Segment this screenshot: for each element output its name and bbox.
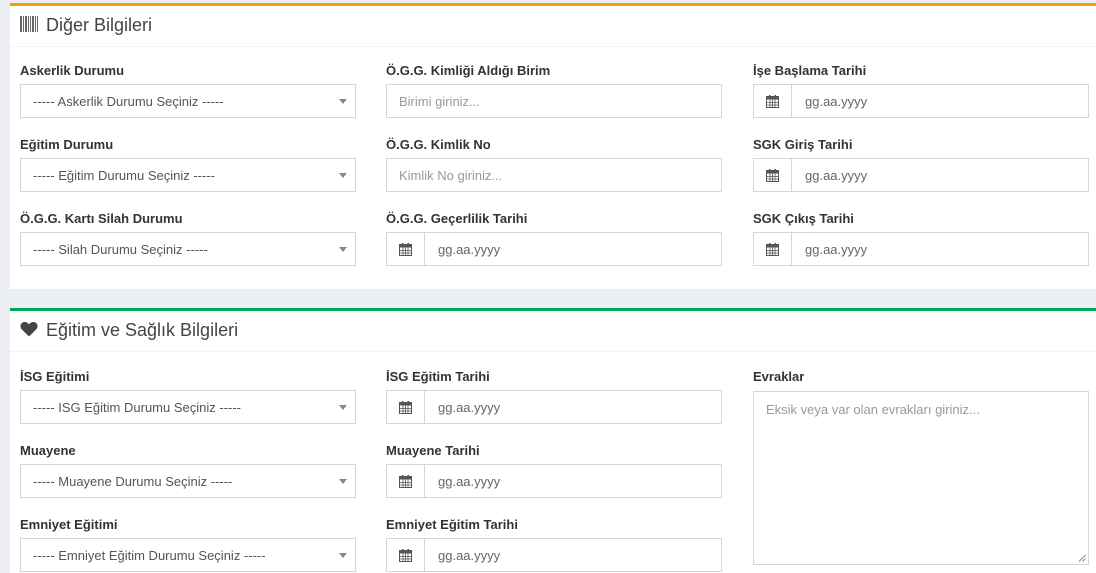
isg-tarih-date-input[interactable]: gg.aa.yyyy (386, 390, 722, 424)
chevron-down-icon (339, 553, 347, 558)
isg-egitimi-label: İSG Eğitimi (20, 369, 90, 384)
muayene-tarih-placeholder: gg.aa.yyyy (438, 474, 501, 489)
resize-grip-icon[interactable] (1078, 554, 1086, 562)
emniyet-tarih-placeholder: gg.aa.yyyy (438, 548, 501, 563)
calendar-addon (754, 159, 792, 191)
panel-header: Eğitim ve Sağlık Bilgileri (10, 311, 1096, 352)
gecerlilik-label: Ö.G.G. Geçerlilik Tarihi (386, 211, 528, 226)
gecerlilik-date-input[interactable]: gg.aa.yyyy (386, 232, 722, 266)
calendar-icon (766, 169, 779, 182)
silah-durumu-label: Ö.G.G. Kartı Silah Durumu (20, 211, 183, 226)
chevron-down-icon (339, 99, 347, 104)
barcode-icon (20, 16, 38, 32)
silah-durumu-select[interactable]: ----- Silah Durumu Seçiniz ----- (20, 232, 356, 266)
chevron-down-icon (339, 173, 347, 178)
emniyet-tarih-date-input[interactable]: gg.aa.yyyy (386, 538, 722, 572)
gecerlilik-placeholder: gg.aa.yyyy (438, 242, 501, 257)
evraklar-label: Evraklar (753, 369, 805, 384)
egitim-durumu-select[interactable]: ----- Eğitim Durumu Seçiniz ----- (20, 158, 356, 192)
diger-bilgileri-panel: Diğer Bilgileri Askerlik Durumu ----- As… (10, 3, 1096, 289)
birim-label: Ö.G.G. Kimliği Aldığı Birim (386, 63, 551, 78)
birim-placeholder: Birimi giriniz... (399, 94, 480, 109)
askerlik-label: Askerlik Durumu (20, 63, 125, 78)
emniyet-egitimi-label: Emniyet Eğitimi (20, 517, 118, 532)
sgk-giris-label: SGK Giriş Tarihi (753, 137, 853, 152)
ise-baslama-date-input[interactable]: gg.aa.yyyy (753, 84, 1089, 118)
calendar-addon (387, 465, 425, 497)
emniyet-tarih-label: Emniyet Eğitim Tarihi (386, 517, 518, 532)
evraklar-textarea[interactable]: Eksik veya var olan evrakları giriniz... (753, 391, 1089, 565)
calendar-icon (766, 95, 779, 108)
panel-title: Diğer Bilgileri (46, 15, 153, 35)
calendar-addon (754, 85, 792, 117)
sgk-cikis-date-input[interactable]: gg.aa.yyyy (753, 232, 1089, 266)
askerlik-select[interactable]: ----- Askerlik Durumu Seçiniz ----- (20, 84, 356, 118)
muayene-select[interactable]: ----- Muayene Durumu Seçiniz ----- (20, 464, 356, 498)
calendar-addon (754, 233, 792, 265)
egitim-durumu-label: Eğitim Durumu (20, 137, 114, 152)
isg-tarih-label: İSG Eğitim Tarihi (386, 369, 490, 384)
ise-baslama-label: İşe Başlama Tarihi (753, 63, 867, 78)
panel-title: Eğitim ve Sağlık Bilgileri (46, 320, 239, 340)
chevron-down-icon (339, 405, 347, 410)
muayene-tarih-date-input[interactable]: gg.aa.yyyy (386, 464, 722, 498)
emniyet-egitimi-value: ----- Emniyet Eğitim Durumu Seçiniz ----… (33, 548, 266, 563)
sgk-cikis-placeholder: gg.aa.yyyy (805, 242, 868, 257)
muayene-value: ----- Muayene Durumu Seçiniz ----- (33, 474, 233, 489)
ise-baslama-placeholder: gg.aa.yyyy (805, 94, 868, 109)
isg-egitimi-select[interactable]: ----- ISG Eğitim Durumu Seçiniz ----- (20, 390, 356, 424)
calendar-icon (399, 401, 412, 414)
birim-input[interactable]: Birimi giriniz... (386, 84, 722, 118)
calendar-icon (399, 243, 412, 256)
emniyet-egitimi-select[interactable]: ----- Emniyet Eğitim Durumu Seçiniz ----… (20, 538, 356, 572)
sgk-cikis-label: SGK Çıkış Tarihi (753, 211, 854, 226)
kimlik-no-input[interactable]: Kimlik No giriniz... (386, 158, 722, 192)
calendar-icon (399, 475, 412, 488)
sgk-giris-placeholder: gg.aa.yyyy (805, 168, 868, 183)
isg-tarih-placeholder: gg.aa.yyyy (438, 400, 501, 415)
calendar-addon (387, 539, 425, 571)
panel-header: Diğer Bilgileri (10, 6, 1096, 47)
isg-egitimi-value: ----- ISG Eğitim Durumu Seçiniz ----- (33, 400, 242, 415)
chevron-down-icon (339, 479, 347, 484)
silah-durumu-value: ----- Silah Durumu Seçiniz ----- (33, 242, 208, 257)
muayene-label: Muayene (20, 443, 76, 458)
chevron-down-icon (339, 247, 347, 252)
calendar-icon (399, 549, 412, 562)
muayene-tarih-label: Muayene Tarihi (386, 443, 480, 458)
heart-icon (20, 321, 38, 337)
calendar-addon (387, 391, 425, 423)
sgk-giris-date-input[interactable]: gg.aa.yyyy (753, 158, 1089, 192)
egitim-durumu-value: ----- Eğitim Durumu Seçiniz ----- (33, 168, 215, 183)
kimlik-no-label: Ö.G.G. Kimlik No (386, 137, 491, 152)
egitim-saglik-panel: Eğitim ve Sağlık Bilgileri İSG Eğitimi -… (10, 308, 1096, 573)
evraklar-placeholder: Eksik veya var olan evrakları giriniz... (766, 402, 980, 417)
calendar-addon (387, 233, 425, 265)
kimlik-no-placeholder: Kimlik No giriniz... (399, 168, 503, 183)
calendar-icon (766, 243, 779, 256)
askerlik-value: ----- Askerlik Durumu Seçiniz ----- (33, 94, 224, 109)
